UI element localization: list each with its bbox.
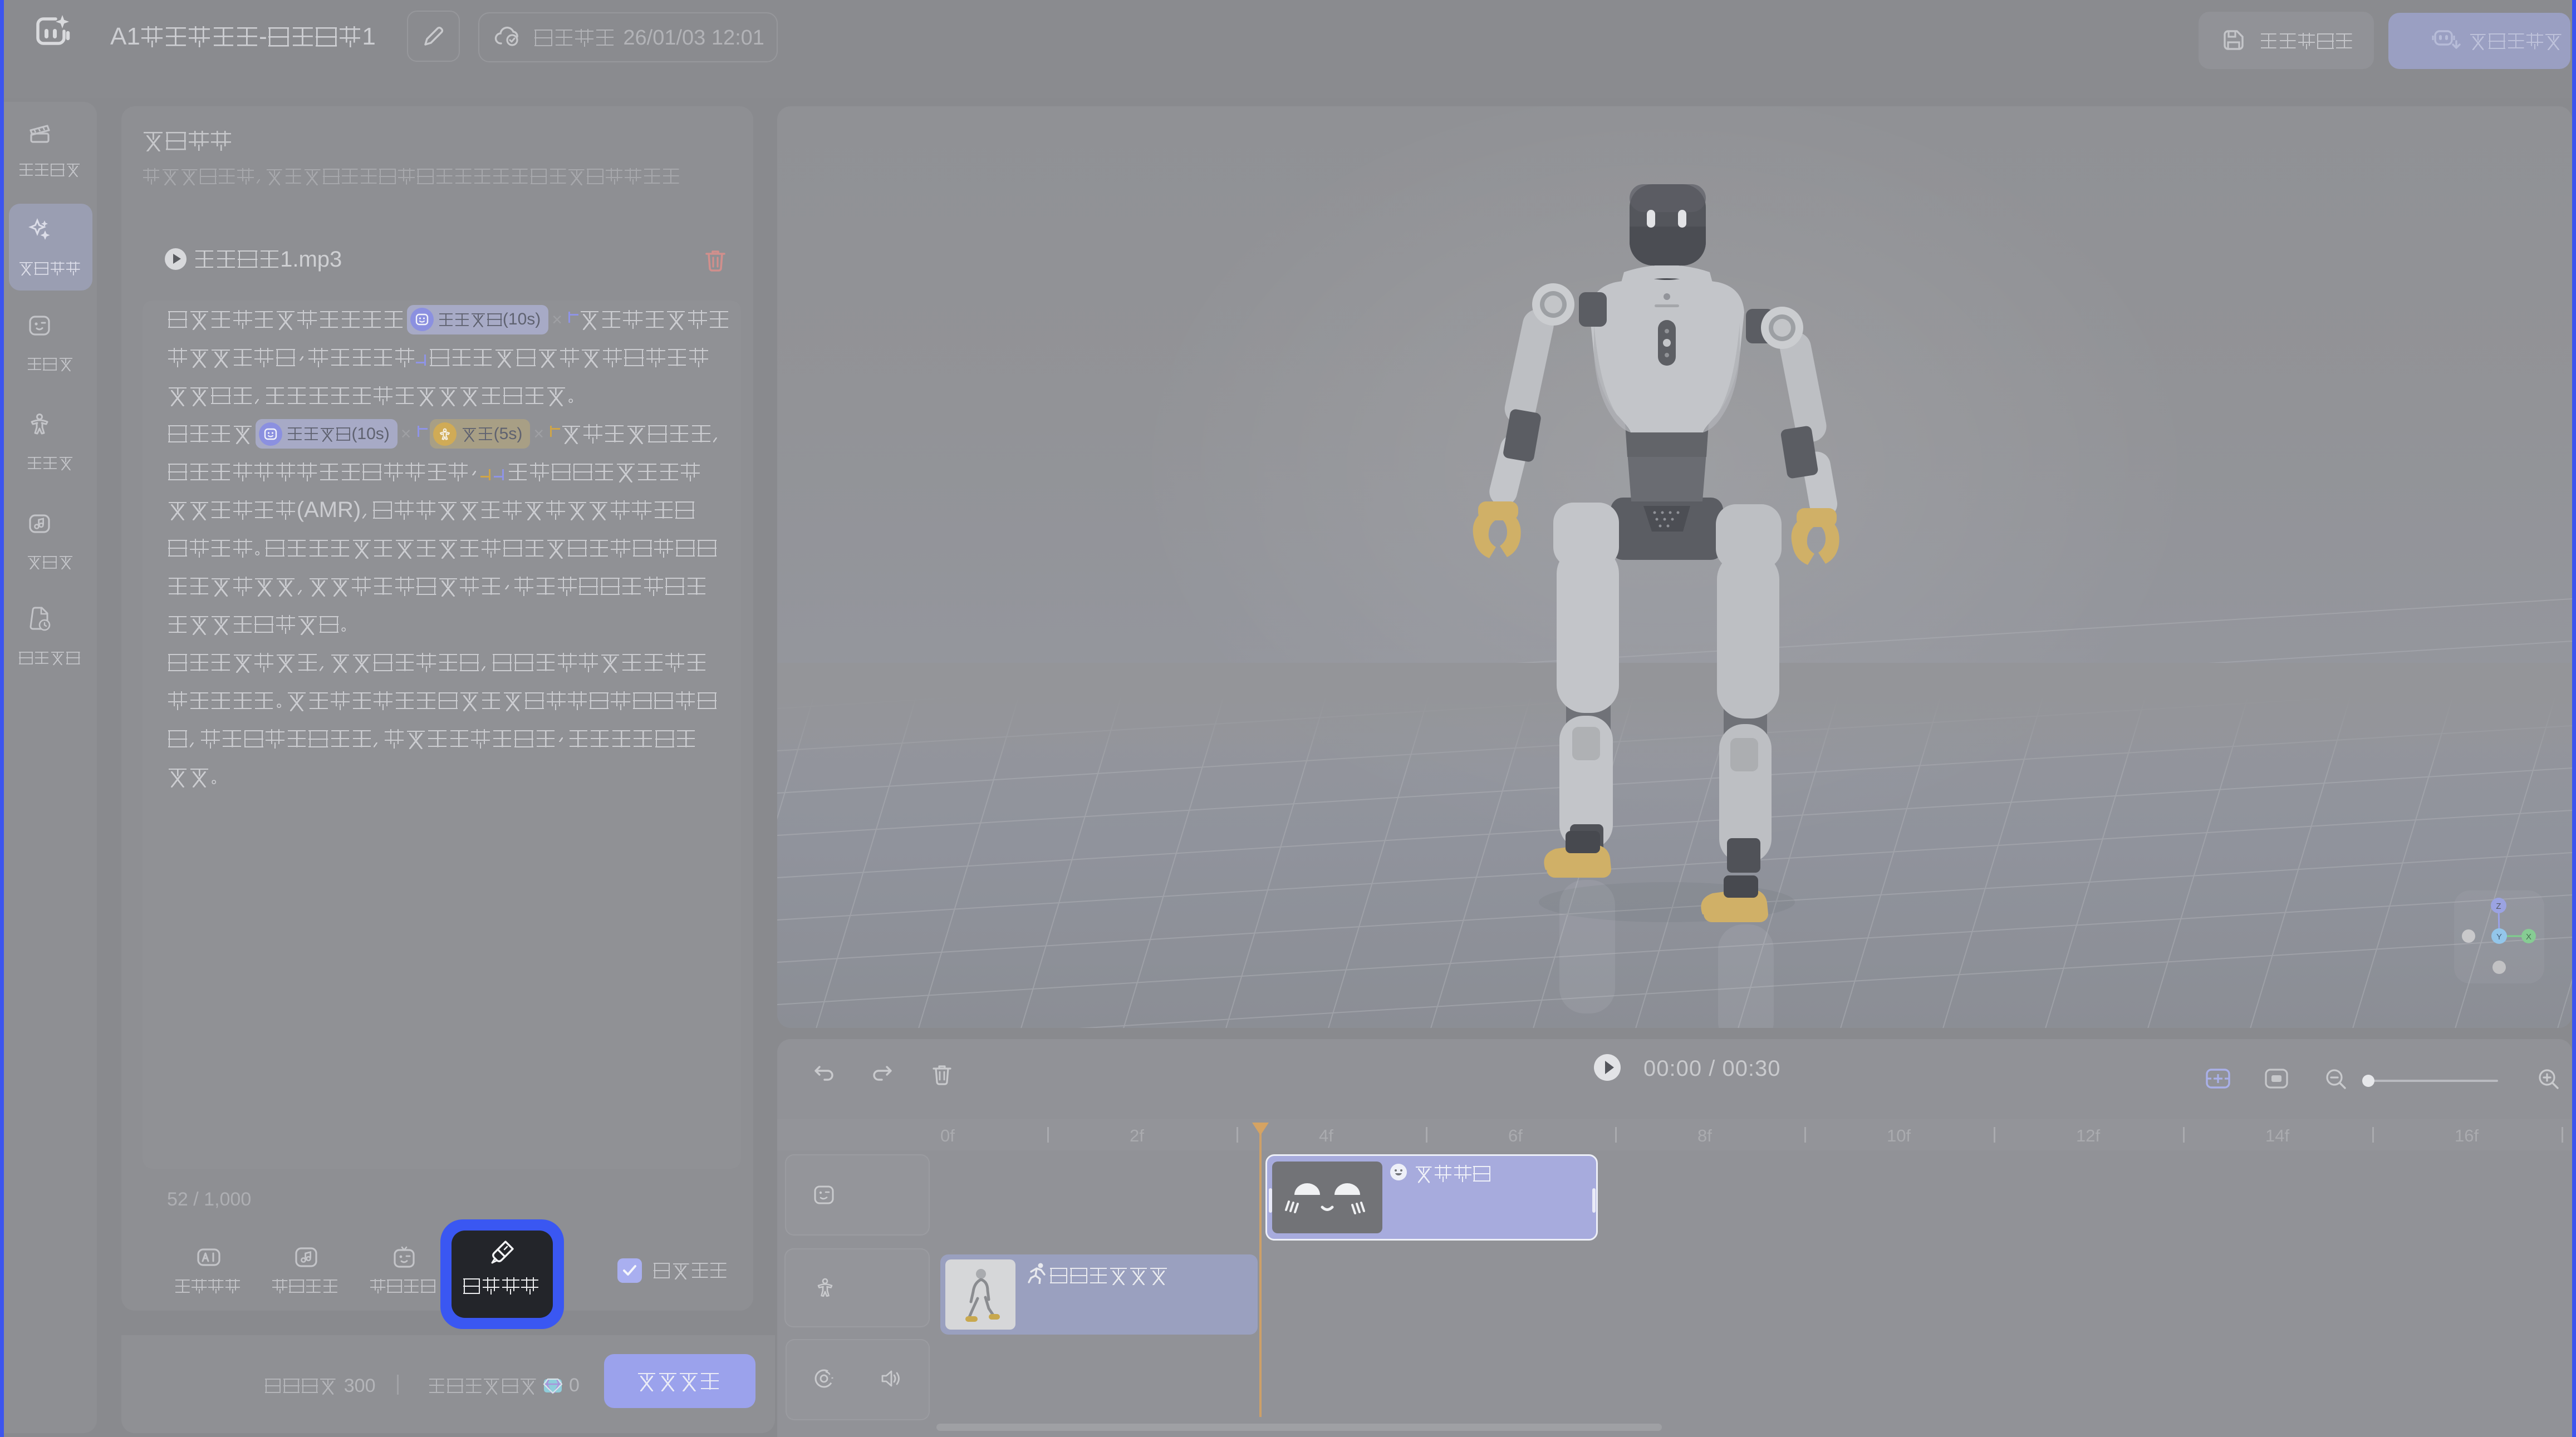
svg-text:Y: Y [2496,932,2502,942]
svg-text:Z: Z [2496,902,2501,911]
svg-text:X: X [2526,932,2531,942]
